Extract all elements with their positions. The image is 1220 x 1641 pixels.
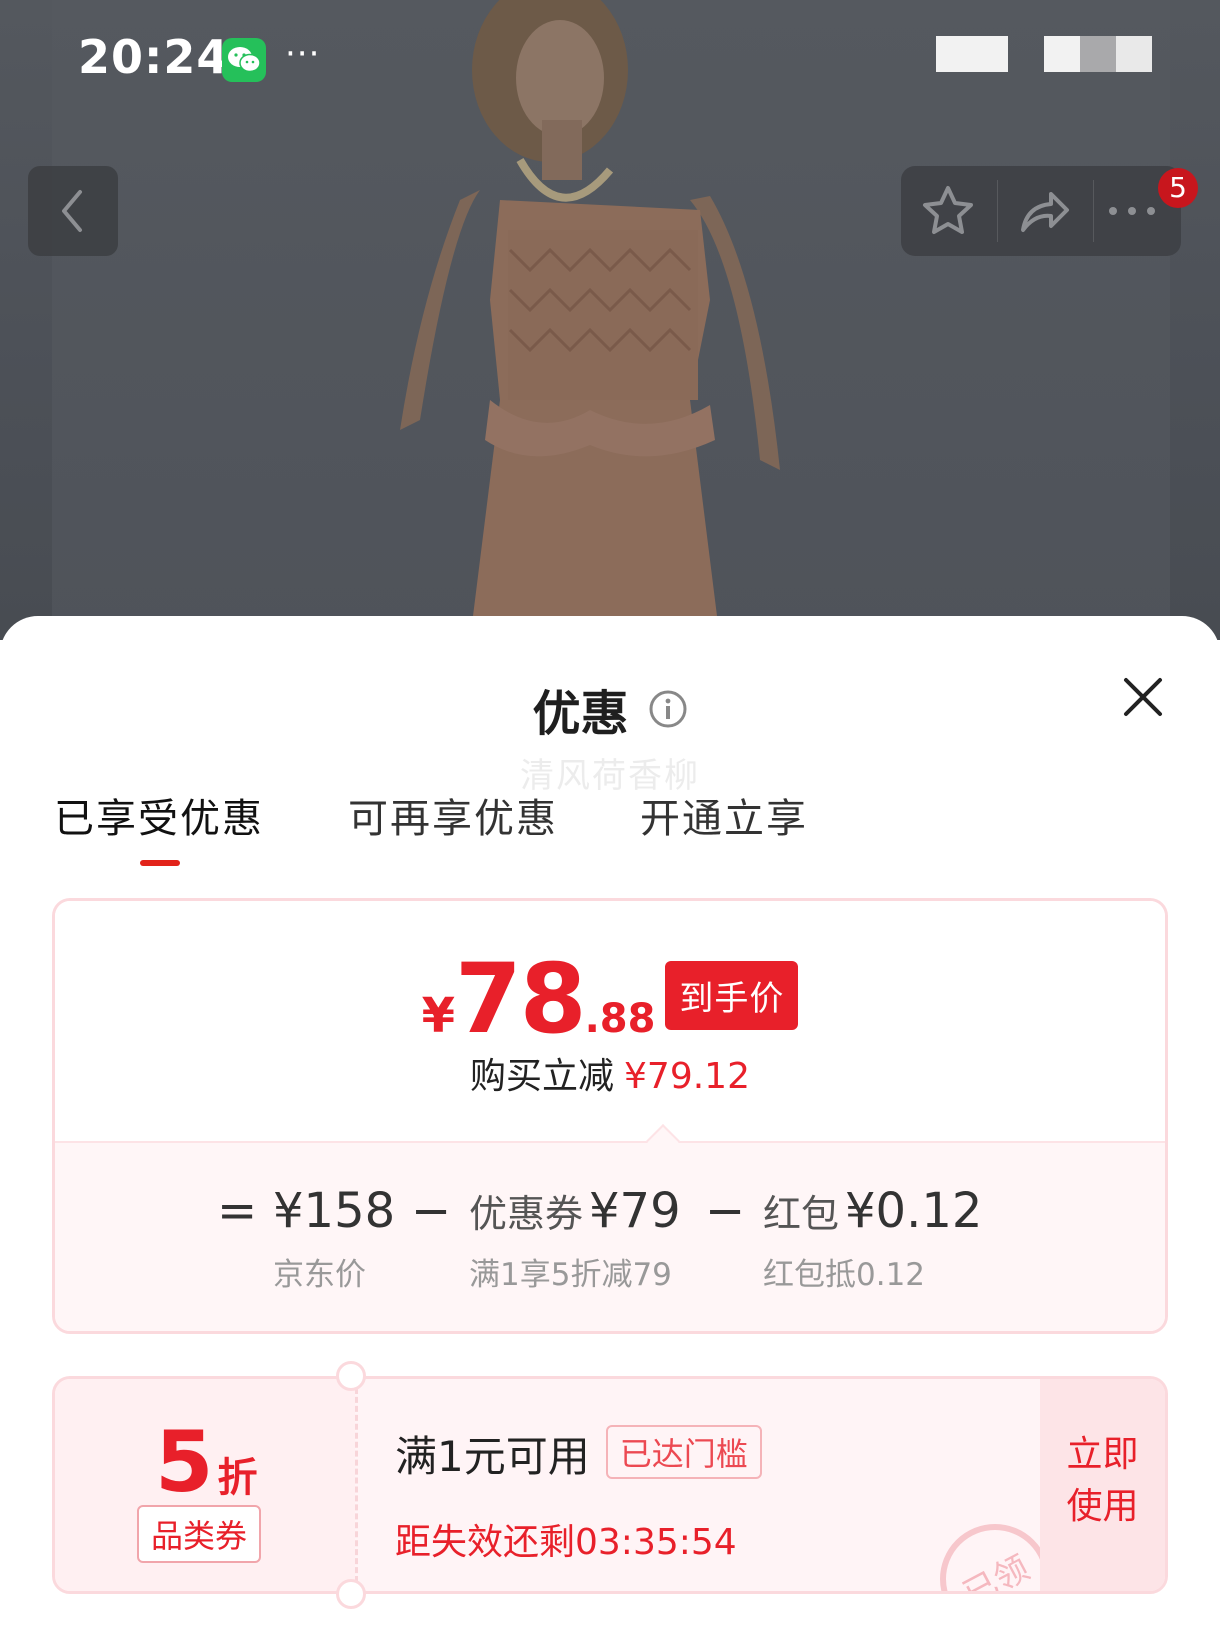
coupon-condition-text: 满1元可用 <box>395 1432 590 1481</box>
coupon-notch-bottom <box>336 1579 366 1609</box>
status-bar: 20:24 ··· <box>0 0 1220 120</box>
claimed-stamp-text: 已领 <box>957 1548 1036 1594</box>
threshold-reached-tag: 已达门槛 <box>605 1425 762 1479</box>
price-formula: = ¥158 京东价 − 优惠券 ¥79 满1享5折减79 − 红包 ¥0.12 红… <box>55 1143 1165 1331</box>
tab-bar: 已享受优惠 可再享优惠 开通立享 <box>0 786 1220 876</box>
coupon-expire-countdown: 距失效还剩03:35:54 <box>395 1522 737 1563</box>
tab-more-discounts[interactable]: 可再享优惠 <box>348 786 558 844</box>
close-icon[interactable] <box>1118 672 1168 722</box>
sheet-title: 优惠 <box>532 686 629 742</box>
coupon-value-section: 5折 品类券 <box>55 1379 355 1591</box>
coupon-category-tag: 品类券 <box>137 1505 262 1563</box>
discount-sheet: 优惠 清风荷香柳 已享受优惠 可再享优惠 开通立享 ¥78.88 到手价 购买立减… <box>0 616 1220 1641</box>
coupon-condition: 满1元可用 已达门槛 <box>395 1423 762 1484</box>
sheet-header: 优惠 <box>0 674 1220 744</box>
coupon-notch-top <box>336 1361 366 1391</box>
price-integer: 78 <box>454 943 587 1055</box>
instant-discount: 购买立减 ¥79.12 <box>55 1047 1165 1099</box>
info-icon[interactable] <box>648 689 688 729</box>
formula-value: ¥79 <box>589 1183 681 1239</box>
formula-label: 红包 <box>763 1192 840 1236</box>
formula-minus: − <box>411 1183 452 1239</box>
formula-item-coupon: 优惠券 ¥79 满1享5折减79 <box>469 1183 681 1294</box>
status-more-icon: ··· <box>285 34 321 74</box>
coupon-discount-unit: 折 <box>217 1455 258 1501</box>
coupon-discount-number: 5 <box>155 1413 214 1511</box>
coupon-discount: 5折 <box>155 1413 257 1511</box>
tab-enjoyed[interactable]: 已享受优惠 <box>54 786 264 844</box>
nav-action-group <box>901 166 1181 256</box>
formula-item-jd-price: ¥158 京东价 <box>273 1183 395 1294</box>
price-card: ¥78.88 到手价 购买立减 ¥79.12 = ¥158 京东价 − 优惠券 ¥79… <box>52 898 1168 1334</box>
formula-item-redpacket: 红包 ¥0.12 红包抵0.12 <box>763 1183 982 1294</box>
instant-discount-amount: ¥79.12 <box>624 1056 750 1097</box>
star-icon[interactable] <box>917 180 979 242</box>
back-button[interactable] <box>28 166 118 256</box>
formula-sub: 红包抵0.12 <box>763 1257 926 1293</box>
final-price-tag: 到手价 <box>665 961 799 1030</box>
formula-value: ¥0.12 <box>845 1183 983 1239</box>
formula-equals: = <box>217 1183 258 1239</box>
cart-count-badge: 5 <box>1158 168 1198 208</box>
more-icon[interactable] <box>1101 180 1163 242</box>
coupon-card: 5折 品类券 满1元可用 已达门槛 距失效还剩03:35:54 已领 立即 使用 <box>52 1376 1168 1594</box>
share-icon[interactable] <box>1013 180 1075 242</box>
wechat-icon <box>222 38 266 82</box>
final-price-section: ¥78.88 到手价 购买立减 ¥79.12 <box>55 901 1165 1141</box>
formula-value: ¥158 <box>273 1183 396 1239</box>
coupon-perforation <box>355 1379 358 1591</box>
active-tab-indicator <box>140 860 180 866</box>
formula-sub: 满1享5折减79 <box>469 1257 672 1293</box>
use-now-line2: 使用 <box>1066 1486 1139 1527</box>
formula-minus: − <box>705 1183 746 1239</box>
use-now-button[interactable]: 立即 使用 <box>1040 1379 1165 1591</box>
price-currency: ¥ <box>421 988 455 1044</box>
signal-icon <box>936 36 1008 72</box>
price-decimal: .88 <box>584 996 656 1042</box>
instant-discount-label: 购买立减 <box>470 1056 615 1097</box>
claimed-stamp: 已领 <box>940 1524 1050 1594</box>
battery-icon <box>1044 36 1152 72</box>
status-time: 20:24 <box>78 30 230 84</box>
final-price: ¥78.88 到手价 <box>55 943 1165 1055</box>
tab-open-enjoy[interactable]: 开通立享 <box>640 786 808 844</box>
formula-label: 优惠券 <box>469 1192 584 1236</box>
price-formula-section: = ¥158 京东价 − 优惠券 ¥79 满1享5折减79 − 红包 ¥0.12 红… <box>55 1141 1165 1331</box>
chevron-left-icon <box>62 190 82 232</box>
use-now-line1: 立即 <box>1066 1434 1139 1475</box>
formula-sub: 京东价 <box>273 1257 366 1293</box>
